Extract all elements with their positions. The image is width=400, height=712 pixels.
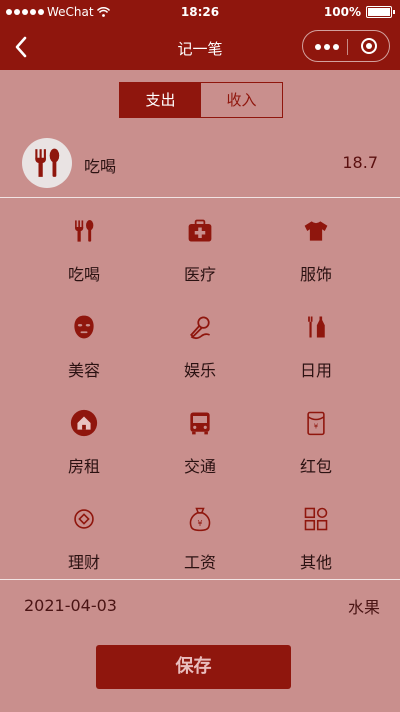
category-label: 日用 [299,361,332,380]
date-picker[interactable]: 2021-04-03 [24,596,117,615]
tab-income[interactable]: 收入 [201,83,282,117]
tshirt-icon [300,215,332,247]
svg-text:¥: ¥ [314,422,319,430]
svg-text:¥: ¥ [197,519,202,528]
category-item-salary[interactable]: ¥ 工资 [140,493,260,583]
house-icon [68,407,100,439]
note-field[interactable]: 水果 [348,594,380,618]
more-menu-icon[interactable] [315,44,339,50]
category-label: 服饰 [299,265,332,284]
face-mask-icon [68,311,100,343]
navigation-bar: 记一笔 [0,24,400,70]
category-item-transport[interactable]: 交通 [140,397,260,487]
category-item-other[interactable]: 其他 [256,493,376,583]
status-bar: WeChat 18:26 100% [0,0,400,24]
battery-percent: 100% [323,5,361,19]
category-label: 理财 [67,553,100,572]
amount-display[interactable]: 18.7 [342,153,378,172]
category-item-food[interactable]: 吃喝 [24,205,144,295]
selected-category-row: 吃喝 18.7 [0,130,400,196]
category-label: 吃喝 [67,265,100,284]
category-item-entertainment[interactable]: 娱乐 [140,301,260,391]
category-label: 房租 [67,457,100,476]
bus-icon [184,407,216,439]
money-bag-icon: ¥ [184,503,216,535]
category-item-clothing[interactable]: 服饰 [256,205,376,295]
fork-spoon-icon [22,138,72,188]
capsule-divider [347,39,348,55]
category-item-beauty[interactable]: 美容 [24,301,144,391]
category-label: 医疗 [183,265,216,284]
microphone-icon [184,311,216,343]
grid-icon [300,503,332,535]
category-label: 工资 [183,553,216,572]
save-button[interactable]: 保存 [96,645,291,689]
category-label: 娱乐 [183,361,216,380]
category-label: 交通 [183,457,216,476]
toothbrush-icon [300,311,332,343]
category-item-finance[interactable]: 理财 [24,493,144,583]
category-item-red-envelope[interactable]: ¥ 红包 [256,397,376,487]
fork-spoon-icon [68,215,100,247]
category-label: 其他 [299,553,332,572]
coin-icon [68,503,100,535]
category-item-medical[interactable]: 医疗 [140,205,260,295]
medical-kit-icon [184,215,216,247]
status-right: 100% [323,5,395,19]
divider-top [0,197,400,198]
red-envelope-icon: ¥ [300,407,332,439]
category-label: 美容 [67,361,100,380]
selected-category-name: 吃喝 [84,157,117,176]
category-item-daily[interactable]: 日用 [256,301,376,391]
battery-icon [366,6,395,18]
divider-bottom [0,579,400,580]
tab-expense[interactable]: 支出 [120,83,201,117]
category-label: 红包 [299,457,332,476]
close-miniprogram-icon[interactable] [361,38,377,54]
type-segment: 支出 收入 [119,82,283,118]
category-item-rent[interactable]: 房租 [24,397,144,487]
miniprogram-capsule [302,30,390,62]
